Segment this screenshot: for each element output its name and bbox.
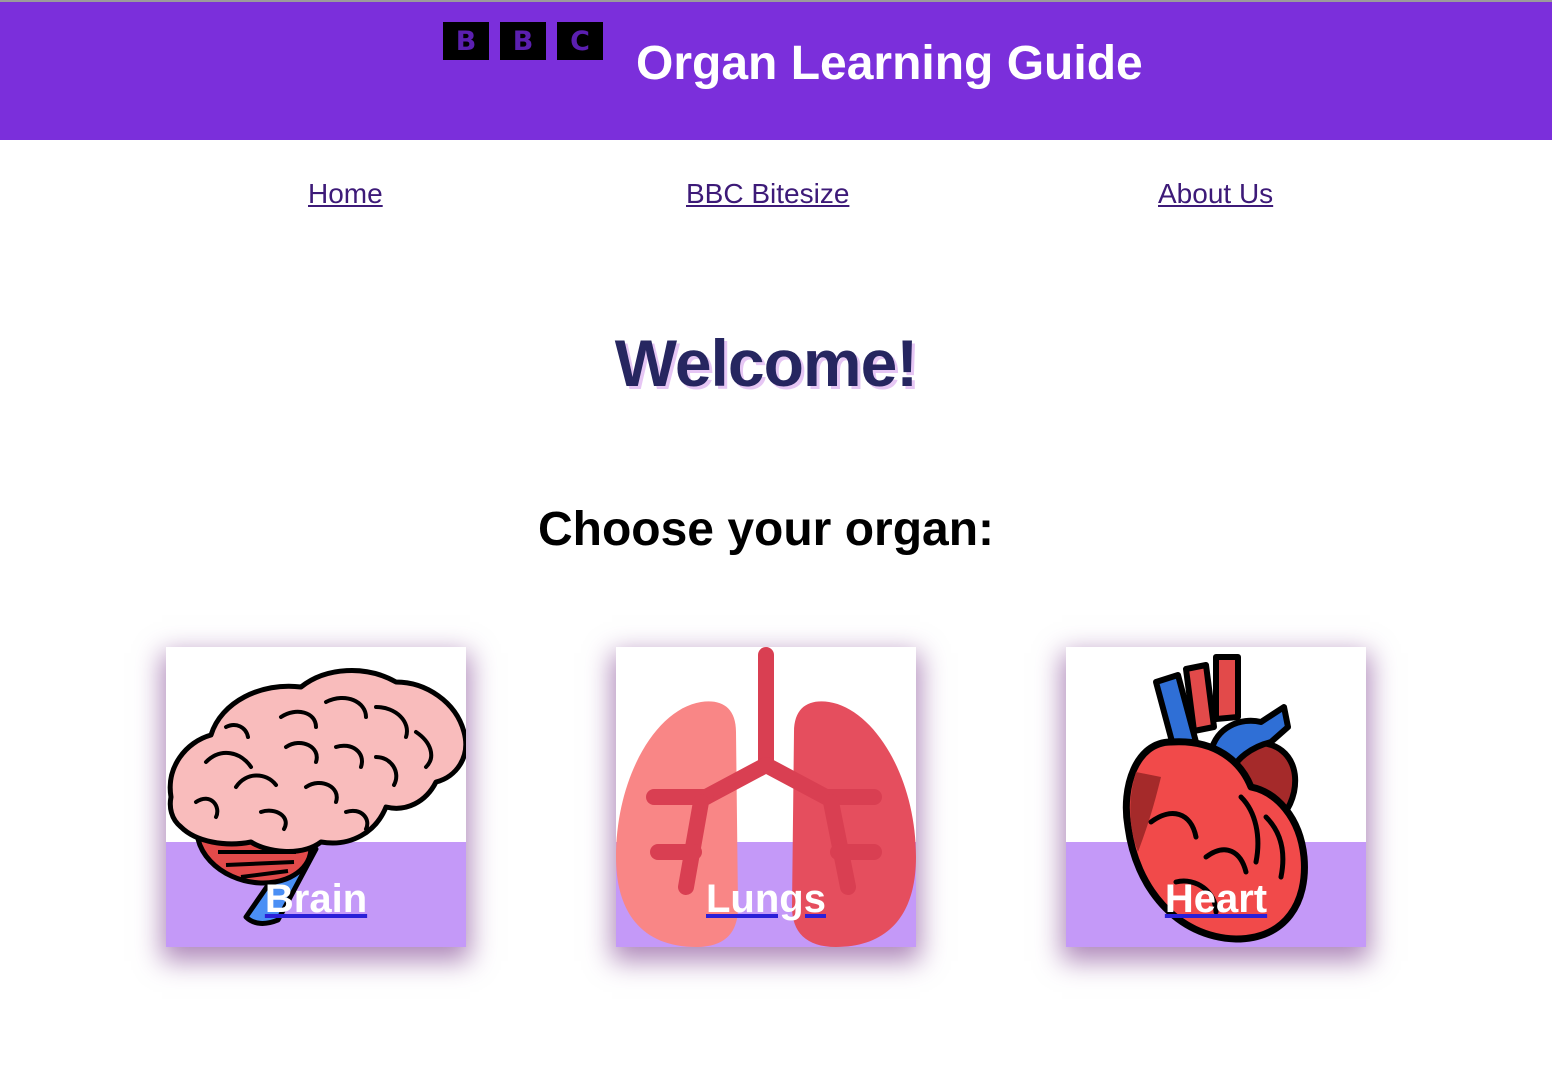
organ-label-heart[interactable]: Heart	[1066, 877, 1366, 922]
organ-card-lungs[interactable]: Lungs	[616, 647, 916, 947]
organ-label-lungs[interactable]: Lungs	[616, 877, 916, 922]
nav-link-home[interactable]: Home	[308, 178, 383, 210]
nav-link-bbc-bitesize[interactable]: BBC Bitesize	[686, 178, 849, 210]
logo-block-c: C	[557, 22, 603, 60]
welcome-heading: Welcome!	[614, 326, 919, 400]
organ-card-brain[interactable]: Brain	[166, 647, 466, 947]
logo-block-b2: B	[500, 22, 546, 60]
organ-card-heart[interactable]: Heart	[1066, 647, 1366, 947]
choose-organ-heading: Choose your organ:	[537, 503, 995, 556]
nav-link-about-us[interactable]: About Us	[1158, 178, 1273, 210]
site-header: B B C Organ Learning Guide	[0, 0, 1552, 140]
bbc-logo[interactable]: B B C	[443, 22, 603, 60]
logo-block-b1: B	[443, 22, 489, 60]
site-title: Organ Learning Guide	[636, 37, 1143, 90]
organ-label-brain[interactable]: Brain	[166, 877, 466, 922]
